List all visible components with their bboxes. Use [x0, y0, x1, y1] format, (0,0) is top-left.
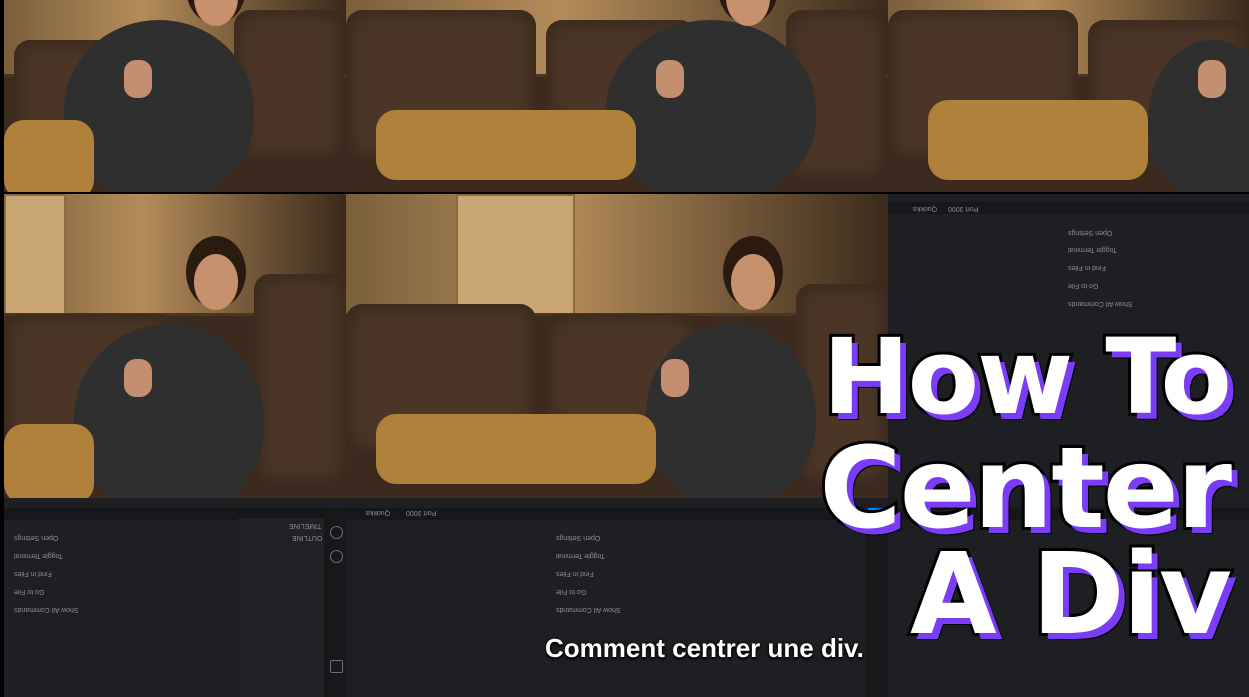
- settings-icon[interactable]: [330, 526, 343, 539]
- command-item: Find in Files: [14, 570, 52, 577]
- command-item: Toggle Terminal: [1068, 246, 1117, 253]
- statusbar-quokka: Quokka: [366, 509, 391, 516]
- command-item: Go to File: [1068, 282, 1099, 289]
- video-title: How To Center A Div: [770, 316, 1235, 654]
- sidebar-timeline[interactable]: TIMELINE: [289, 522, 321, 529]
- title-line-2: Center: [816, 424, 1235, 554]
- command-item: Show All Commands: [556, 606, 621, 613]
- statusbar-port: Port 3000: [948, 205, 979, 212]
- statusbar-port: Port 3000: [406, 509, 437, 516]
- extensions-icon[interactable]: [330, 660, 343, 673]
- command-item: Open Settings: [1068, 229, 1113, 236]
- photo-tile: [346, 0, 888, 192]
- command-item: Show All Commands: [1068, 300, 1133, 307]
- command-item: Show All Commands: [14, 606, 79, 613]
- title-line-1: How To: [820, 316, 1235, 438]
- command-item: Find in Files: [1068, 264, 1106, 271]
- photo-tile: [888, 0, 1249, 192]
- account-icon[interactable]: [330, 550, 343, 563]
- command-item: Find in Files: [556, 570, 594, 577]
- photo-tile: [4, 194, 346, 498]
- command-item: Open Settings: [556, 534, 601, 541]
- caption-text: Comment centrer une div.: [545, 633, 864, 663]
- command-item: Toggle Terminal: [14, 552, 63, 559]
- editor-tile: TIMELINE OUTLINE Open Settings Toggle Te…: [4, 498, 346, 697]
- sidebar-outline[interactable]: OUTLINE: [292, 534, 322, 541]
- command-item: Toggle Terminal: [556, 552, 605, 559]
- photo-tile: [4, 0, 346, 192]
- command-item: Open Settings: [14, 534, 59, 541]
- statusbar-quokka: Quokka: [913, 205, 938, 212]
- command-item: Go to File: [556, 588, 587, 595]
- command-item: Go to File: [14, 588, 45, 595]
